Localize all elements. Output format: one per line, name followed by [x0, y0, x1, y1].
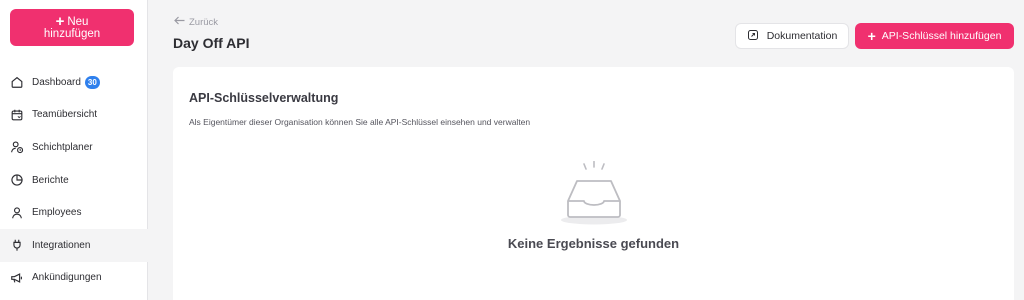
- sidebar-nav: Dashboard 30 Teamübersicht Schichtplaner: [0, 66, 148, 294]
- add-new-label-line1: Neu: [67, 15, 89, 28]
- sidebar-item-label: Berichte: [32, 174, 69, 186]
- pie-chart-icon: [10, 173, 24, 187]
- plus-icon: +: [867, 28, 876, 44]
- sidebar-item-label: Ankündigungen: [32, 272, 102, 284]
- user-icon: [10, 206, 24, 220]
- document-link-icon: [747, 29, 759, 44]
- megaphone-icon: [10, 271, 24, 285]
- sidebar-item-label: Schichtplaner: [32, 141, 93, 153]
- sidebar-item-schichtplaner[interactable]: Schichtplaner: [0, 131, 148, 164]
- sidebar-item-berichte[interactable]: Berichte: [0, 164, 148, 197]
- sidebar-item-label: Dashboard: [32, 76, 81, 88]
- back-label: Zurück: [189, 16, 219, 28]
- empty-inbox-icon: [556, 160, 632, 227]
- sidebar-item-employees[interactable]: Employees: [0, 196, 148, 229]
- sidebar-item-ankuendigungen[interactable]: Ankündigungen: [0, 262, 148, 295]
- card-title: API-Schlüsselverwaltung: [189, 91, 339, 105]
- sidebar-item-label: Employees: [32, 207, 82, 219]
- add-new-button[interactable]: + Neu hinzufügen: [10, 9, 134, 46]
- sidebar-item-integrationen[interactable]: Integrationen: [0, 228, 148, 262]
- add-api-key-label: API-Schlüssel hinzufügen: [881, 30, 1002, 42]
- add-new-label-line2: hinzufügen: [43, 27, 101, 40]
- sidebar-item-dashboard[interactable]: Dashboard 30: [0, 66, 148, 99]
- documentation-label: Dokumentation: [766, 30, 838, 42]
- sidebar-item-label: Integrationen: [32, 239, 91, 251]
- user-clock-icon: [10, 140, 24, 154]
- back-link[interactable]: Zurück: [174, 16, 218, 28]
- page-title: Day Off API: [173, 35, 250, 51]
- app-root: + Neu hinzufügen Dashboard 30 Teamübersi…: [0, 0, 1024, 300]
- add-api-key-button[interactable]: + API-Schlüssel hinzufügen: [855, 23, 1014, 49]
- sidebar-item-label: Teamübersicht: [32, 109, 98, 121]
- home-icon: [10, 75, 24, 89]
- plug-icon: [10, 238, 24, 252]
- notification-badge: 30: [84, 75, 100, 89]
- plus-icon: +: [55, 12, 65, 30]
- documentation-button[interactable]: Dokumentation: [735, 23, 849, 49]
- calendar-icon: [10, 108, 24, 122]
- sidebar-item-teamuebersicht[interactable]: Teamübersicht: [0, 99, 148, 132]
- arrow-left-icon: [174, 16, 185, 28]
- sidebar: + Neu hinzufügen Dashboard 30 Teamübersi…: [0, 0, 148, 300]
- card-subtitle: Als Eigentümer dieser Organisation könne…: [189, 117, 531, 127]
- api-key-management-card: API-Schlüsselverwaltung Als Eigentümer d…: [173, 67, 1014, 300]
- empty-state-message: Keine Ergebnisse gefunden: [507, 236, 680, 251]
